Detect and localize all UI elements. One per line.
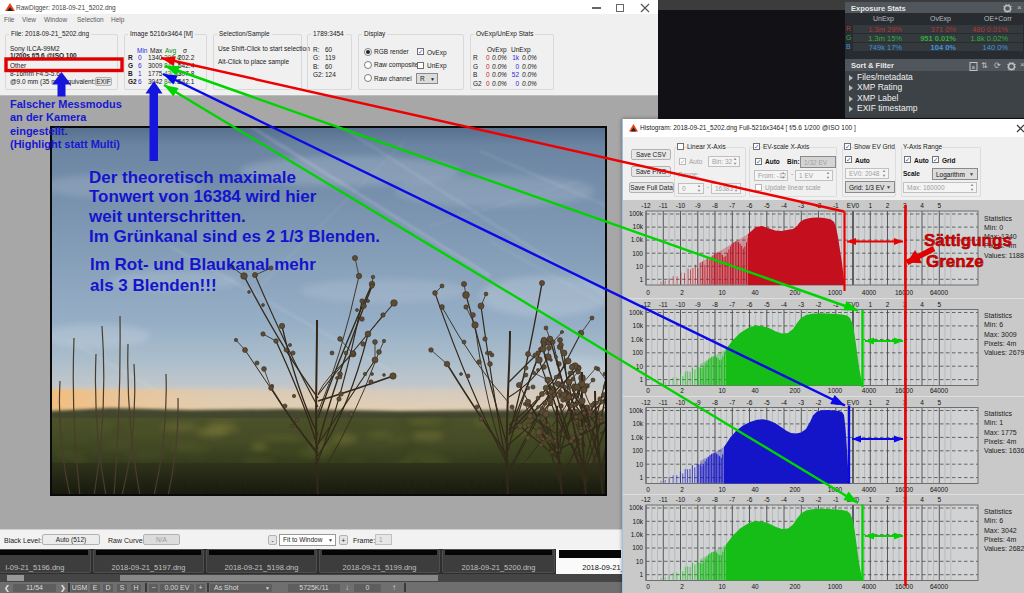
svg-text:a: a xyxy=(972,64,976,70)
